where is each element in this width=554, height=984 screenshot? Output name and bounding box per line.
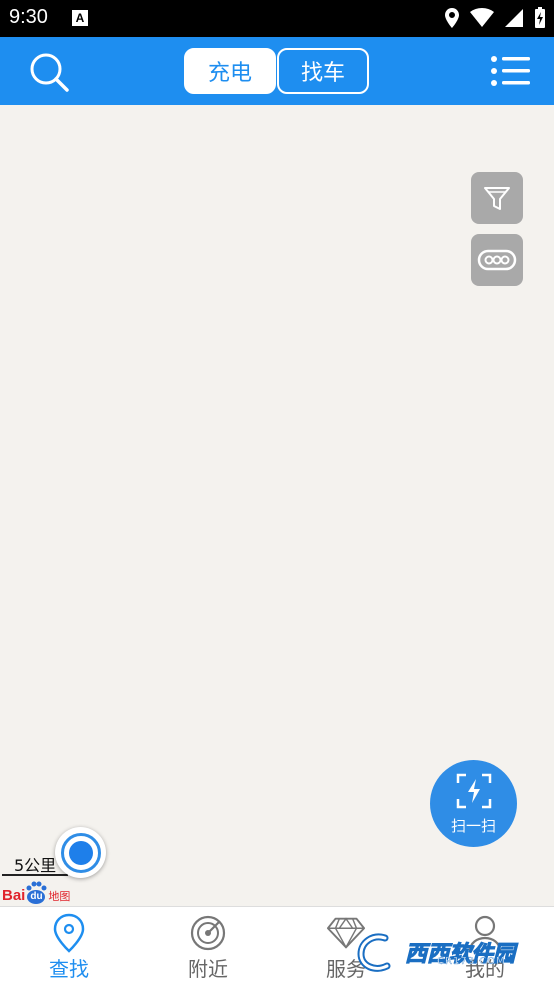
locate-ring [60, 832, 101, 873]
nav-item-search[interactable]: 查找 [0, 907, 138, 984]
baidu-logo-du: du [30, 891, 43, 902]
scale-bar [2, 874, 68, 876]
scan-button[interactable]: 扫一扫 [430, 760, 517, 847]
status-time: 9:30 [9, 6, 48, 28]
mode-segmented-control: 充电 找车 [184, 48, 369, 94]
charging-station-toggle-button[interactable] [471, 234, 523, 286]
status-bar: 9:30 A [0, 0, 554, 37]
watermark-logo-icon [357, 933, 391, 972]
nav-item-nearby[interactable]: 附近 [139, 907, 277, 984]
filter-button[interactable] [471, 172, 523, 224]
locate-dot-icon [68, 840, 93, 865]
watermark: 西西软件园 CR173.COM [355, 930, 535, 974]
status-icons [444, 7, 546, 29]
notification-a-icon: A [72, 10, 88, 26]
location-pin-icon [49, 913, 89, 953]
list-menu-icon [491, 56, 530, 86]
filter-funnel-icon [484, 187, 510, 210]
app-header: 充电 找车 [0, 37, 554, 105]
signal-icon [505, 9, 523, 27]
nav-label-nearby: 附近 [188, 957, 228, 981]
search-icon [30, 53, 69, 92]
baidu-logo-map: 地图 [48, 891, 71, 903]
wifi-icon [470, 8, 494, 27]
locate-me-button[interactable] [55, 827, 106, 878]
charger-pile-icon [477, 249, 517, 271]
search-button[interactable] [26, 49, 72, 95]
baidu-map-logo: Bai du 地图 [2, 880, 70, 904]
watermark-sub: CR173.COM [437, 956, 506, 967]
baidu-logo-bai: Bai [2, 887, 26, 904]
nav-label-search: 查找 [49, 957, 89, 981]
tab-find-car[interactable]: 找车 [277, 48, 369, 94]
radar-icon [188, 913, 228, 953]
location-status-icon [445, 8, 459, 28]
list-menu-button[interactable] [490, 55, 532, 87]
scan-label: 扫一扫 [450, 817, 496, 835]
tab-charging[interactable]: 充电 [184, 48, 276, 94]
scale-label: 5公里 [14, 856, 57, 875]
baidu-paw-icon: du [25, 880, 47, 904]
scan-charge-icon [456, 773, 491, 809]
battery-icon [535, 7, 545, 28]
